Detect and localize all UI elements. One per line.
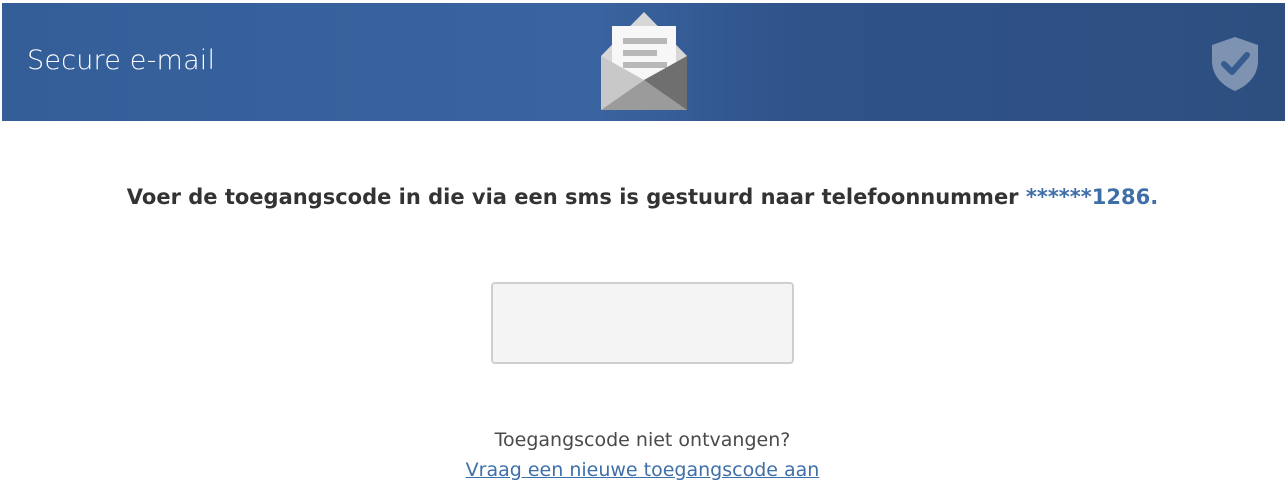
instruction-period: . [1150, 185, 1159, 209]
resend-code-link-container: Vraag een nieuwe toegangscode aan [0, 457, 1285, 483]
shield-check-icon [1212, 37, 1258, 91]
envelope-letter-icon [601, 12, 687, 110]
request-new-code-link[interactable]: Vraag een nieuwe toegangscode aan [466, 459, 820, 481]
secure-email-page: Secure e-mail Voer de toegangscode in di… [0, 0, 1285, 492]
app-title: Secure e-mail [27, 45, 216, 76]
masked-phone-number: ******1286 [1025, 185, 1151, 209]
header-bar: Secure e-mail [2, 3, 1285, 121]
access-code-input[interactable] [491, 282, 794, 364]
code-not-received-text: Toegangscode niet ontvangen? [494, 429, 791, 451]
access-code-instruction: Voer de toegangscode in die via een sms … [0, 183, 1285, 211]
instruction-text: Voer de toegangscode in die via een sms … [126, 185, 1019, 209]
